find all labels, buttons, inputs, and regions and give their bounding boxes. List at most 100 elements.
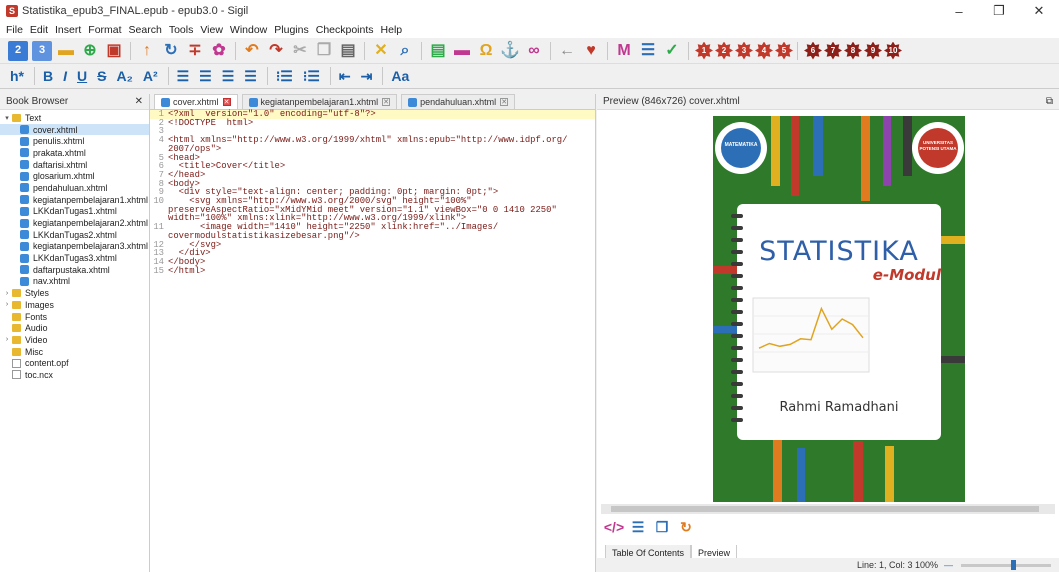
copy-icon[interactable]: ❐ [314, 41, 334, 61]
maximize-button[interactable]: ❐ [979, 0, 1019, 22]
anchor-icon[interactable]: ⚓ [500, 41, 520, 61]
justify-icon[interactable]: ☰ [242, 66, 259, 86]
tree-file[interactable]: content.opf [0, 357, 149, 369]
heart-icon[interactable]: ♥ [581, 41, 601, 61]
copy-pages-icon[interactable]: ❐ [653, 518, 671, 536]
italic-button[interactable]: I [61, 66, 69, 86]
align-center-icon[interactable]: ☰ [197, 66, 214, 86]
minimize-button[interactable]: – [939, 0, 979, 22]
tree-folder[interactable]: › Video [0, 334, 149, 346]
reload-icon[interactable]: ↻ [677, 518, 695, 536]
menu-format[interactable]: Format [88, 24, 121, 36]
tree-folder[interactable]: ▾ Text [0, 112, 149, 124]
checkpoint-5-icon[interactable]: 5 [775, 41, 793, 60]
link-icon[interactable]: ∞ [524, 41, 544, 61]
back-arrow-icon[interactable]: ← [557, 41, 577, 61]
tree-file[interactable]: nav.xhtml [0, 276, 149, 288]
settings-icon[interactable]: ✿ [209, 41, 229, 61]
code-line[interactable]: 13 </div> [150, 249, 595, 258]
checkpoint-8-icon[interactable]: 8 [844, 41, 862, 60]
code-line[interactable]: 2 <!DOCTYPE html> [150, 118, 595, 128]
tree-file[interactable]: LKKdanTugas1.xhtml [0, 206, 149, 218]
tree-file[interactable]: kegiatanpembelajaran3.xhtml [0, 241, 149, 253]
align-left-icon[interactable]: ☰ [175, 66, 192, 86]
open-folder-icon[interactable]: ▬ [56, 41, 76, 61]
checkpoint-7-icon[interactable]: 7 [824, 41, 842, 60]
delete-icon[interactable]: ✕ [371, 41, 391, 61]
code-view-icon[interactable]: 3 [32, 40, 52, 61]
underline-button[interactable]: U [75, 66, 89, 86]
outdent-icon[interactable]: ⇤ [337, 66, 353, 86]
zoom-out-icon[interactable]: — [944, 560, 953, 570]
tree-file[interactable]: daftarpustaka.xhtml [0, 264, 149, 276]
checkpoint-1-icon[interactable]: 1 [695, 41, 713, 60]
tree-folder[interactable]: › Styles [0, 287, 149, 299]
tree-folder[interactable]: Fonts [0, 311, 149, 323]
menu-file[interactable]: File [6, 24, 23, 36]
code-line[interactable]: 14 </body> [150, 258, 595, 267]
tree-file[interactable]: kegiatanpembelajaran2.xhtml [0, 217, 149, 229]
tree-file[interactable]: prakata.xhtml [0, 147, 149, 159]
toc-list-icon[interactable]: ☰ [629, 518, 647, 536]
find-icon[interactable]: ⌕ [395, 41, 415, 61]
tab-close-icon[interactable]: ✕ [500, 98, 509, 106]
checkpoint-2-icon[interactable]: 2 [715, 41, 733, 60]
expand-arrow-icon[interactable]: › [2, 290, 12, 297]
menu-help[interactable]: Help [381, 24, 403, 36]
numbered-list-icon[interactable]: ⁝☰ [301, 66, 322, 86]
panel-float-icon[interactable]: ⧉ [1046, 96, 1053, 107]
bullet-list-icon[interactable]: ⁝☰ [274, 66, 295, 86]
insert-image-icon[interactable]: ▬ [452, 41, 472, 61]
spellcheck-icon[interactable]: ✓ [662, 41, 682, 61]
checkpoint-6-icon[interactable]: 6 [804, 41, 822, 60]
add-file-icon[interactable]: ⊕ [80, 41, 100, 61]
code-tag-icon[interactable]: </> [604, 518, 624, 536]
expand-arrow-icon[interactable]: › [2, 336, 12, 343]
menu-search[interactable]: Search [129, 24, 162, 36]
close-button[interactable]: ✕ [1019, 0, 1059, 22]
redo-icon[interactable]: ↷ [266, 41, 286, 61]
code-line[interactable]: 12 </svg> [150, 240, 595, 250]
expand-arrow-icon[interactable]: › [2, 301, 12, 308]
zoom-slider-knob[interactable] [1011, 559, 1016, 570]
editor-tab[interactable]: pendahuluan.xhtml ✕ [401, 94, 516, 109]
menu-insert[interactable]: Insert [55, 24, 81, 36]
undo-icon[interactable]: ↶ [242, 41, 262, 61]
paste-icon[interactable]: ▤ [338, 41, 358, 61]
editor-tab[interactable]: kegiatanpembelajaran1.xhtml ✕ [241, 94, 398, 109]
tree-file[interactable]: glosarium.xhtml [0, 170, 149, 182]
menu-window[interactable]: Window [230, 24, 267, 36]
special-char-icon[interactable]: Ω [476, 41, 496, 61]
tree-file[interactable]: kegiatanpembelajaran1.xhtml [0, 194, 149, 206]
editor-tab[interactable]: cover.xhtml ✕ [154, 94, 238, 109]
code-line[interactable]: 7 </head> [150, 171, 595, 180]
tab-close-icon[interactable]: ✕ [382, 98, 391, 106]
upload-icon[interactable]: ↑ [137, 41, 157, 61]
zoom-slider[interactable] [961, 559, 1051, 570]
strikethrough-button[interactable]: S [95, 66, 108, 86]
checkpoint-10-icon[interactable]: 10 [884, 41, 902, 60]
code-line[interactable]: 6 <title>Cover</title> [150, 162, 595, 171]
tree-file[interactable]: LKKdanTugas2.xhtml [0, 229, 149, 241]
menu-plugins[interactable]: Plugins [274, 24, 308, 36]
split-icon[interactable]: ∓ [185, 41, 205, 61]
refresh-icon[interactable]: ↻ [161, 41, 181, 61]
format-icon[interactable]: ▤ [428, 41, 448, 61]
checkpoint-4-icon[interactable]: 4 [755, 41, 773, 60]
align-right-icon[interactable]: ☰ [220, 66, 237, 86]
tree-file[interactable]: pendahuluan.xhtml [0, 182, 149, 194]
code-area[interactable]: 1 <?xml version="1.0" encoding="utf-8"?> 2… [150, 110, 595, 275]
menu-edit[interactable]: Edit [30, 24, 48, 36]
tree-file[interactable]: cover.xhtml [0, 123, 149, 136]
code-line[interactable]: 15 </html> [150, 266, 595, 276]
code-line[interactable]: 2007/ops"> [150, 145, 595, 154]
superscript-button[interactable]: A² [141, 66, 160, 86]
expand-arrow-icon[interactable]: ▾ [2, 114, 12, 122]
save-icon[interactable]: ▣ [104, 41, 124, 61]
tree-file[interactable]: toc.ncx [0, 369, 149, 381]
subscript-button[interactable]: A₂ [114, 66, 134, 86]
checkpoint-3-icon[interactable]: 3 [735, 41, 753, 60]
indent-icon[interactable]: ⇥ [359, 66, 375, 86]
book-view-icon[interactable]: 2 [8, 40, 28, 61]
tab-close-icon[interactable]: ✕ [222, 98, 231, 106]
